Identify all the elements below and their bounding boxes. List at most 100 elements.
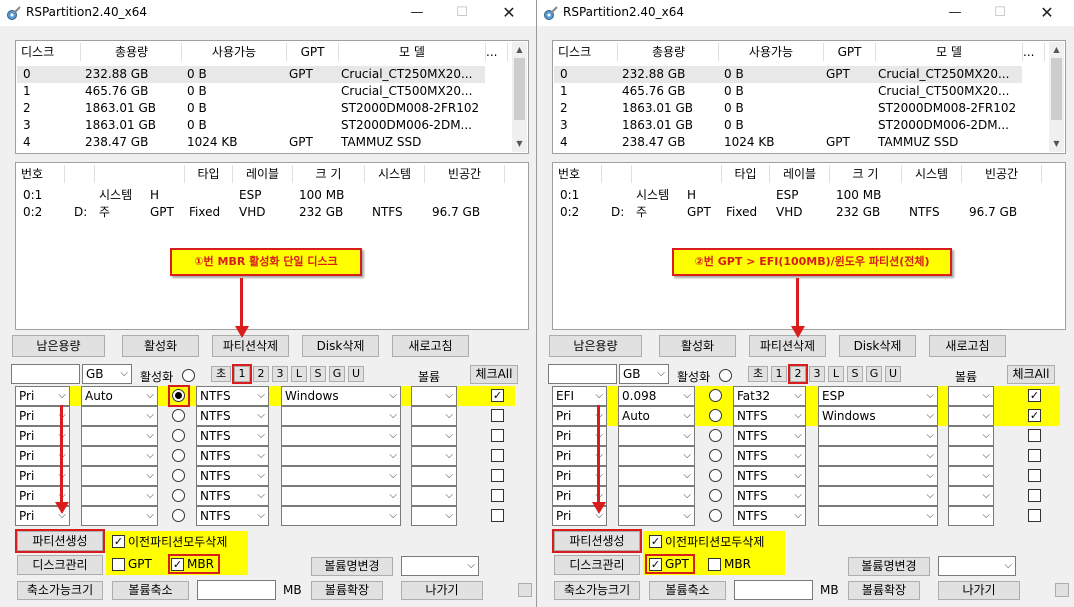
volume-label-select[interactable]: ⌵ bbox=[818, 466, 938, 486]
partition-checkbox[interactable]: ✓ bbox=[1028, 409, 1041, 422]
partition-checkbox[interactable] bbox=[1028, 469, 1041, 482]
partition-size-select[interactable]: Auto ⌵ bbox=[81, 386, 158, 406]
disk-number-button[interactable]: S bbox=[310, 366, 326, 382]
volume-select[interactable]: ⌵ bbox=[948, 486, 994, 506]
scroll-up-icon[interactable]: ▲ bbox=[1049, 43, 1064, 57]
disk-list[interactable]: 디스크 총용량 사용가능 GPT 모 델... 0 232.88 GB 0 B GPT Cruci… bbox=[15, 40, 529, 154]
activate-button[interactable]: 활성화 bbox=[659, 335, 736, 357]
partition-size-select[interactable]: ⌵ bbox=[618, 486, 695, 506]
disk-row[interactable]: 0 232.88 GB 0 B GPT Crucial_CT250MX20... bbox=[554, 66, 1022, 83]
filesystem-select[interactable]: NTFS ⌵ bbox=[196, 486, 269, 506]
partition-checkbox[interactable] bbox=[491, 429, 504, 442]
partition-list[interactable]: 번호 타입 레이블 크 기 시스템 빈공간 0:1 시스템 H ESP 100 MB 0:2 D: 주 GP… bbox=[15, 162, 529, 330]
disk-number-button[interactable]: U bbox=[885, 366, 901, 382]
minimize-button[interactable]: — bbox=[938, 1, 972, 25]
activate-button[interactable]: 활성화 bbox=[122, 335, 199, 357]
active-radio[interactable] bbox=[172, 509, 185, 522]
delete-previous-checkbox[interactable]: ✓ bbox=[649, 535, 662, 548]
filesystem-select[interactable]: NTFS ⌵ bbox=[733, 426, 806, 446]
partition-size-select[interactable]: ⌵ bbox=[81, 486, 158, 506]
volume-select[interactable]: ⌵ bbox=[948, 506, 994, 526]
filesystem-select[interactable]: NTFS ⌵ bbox=[733, 466, 806, 486]
active-radio[interactable] bbox=[172, 469, 185, 482]
partition-type-select[interactable]: Pri ⌵ bbox=[15, 386, 70, 406]
rename-volume-button[interactable]: 볼륨명변경 bbox=[848, 557, 930, 576]
shrink-mb-input[interactable] bbox=[734, 580, 813, 600]
partition-row[interactable]: 0:1 시스템 H ESP 100 MB bbox=[17, 187, 507, 204]
disk-list-header[interactable]: 총용량 bbox=[82, 43, 182, 61]
active-radio[interactable] bbox=[709, 509, 722, 522]
gpt-checkbox[interactable] bbox=[112, 558, 125, 571]
volume-select[interactable]: ⌵ bbox=[948, 386, 994, 406]
active-radio[interactable] bbox=[709, 429, 722, 442]
init-button[interactable]: 초 bbox=[211, 366, 231, 382]
partition-checkbox[interactable]: ✓ bbox=[1028, 389, 1041, 402]
delete-partition-button[interactable]: 파티션삭제 bbox=[212, 335, 289, 357]
partition-list[interactable]: 번호 타입 레이블 크 기 시스템 빈공간 0:1 시스템 H ESP 100 MB 0:2 D: 주 GP… bbox=[552, 162, 1066, 330]
partition-checkbox[interactable] bbox=[491, 409, 504, 422]
check-all-button[interactable]: 체크All bbox=[470, 365, 518, 384]
disk-list-scrollbar[interactable]: ▲ ▼ bbox=[1049, 42, 1064, 152]
partition-row[interactable]: 0:2 D: 주 GPT Fixed VHD 232 GB NTFS 96.7 GB bbox=[17, 204, 507, 221]
partition-checkbox[interactable] bbox=[491, 469, 504, 482]
volume-label-select[interactable]: ⌵ bbox=[281, 486, 401, 506]
active-radio[interactable] bbox=[172, 449, 185, 462]
partition-list-header[interactable]: 빈공간 bbox=[425, 165, 505, 183]
size-unit-select[interactable]: GB ⌵ bbox=[82, 364, 132, 384]
disk-number-button[interactable]: 1 bbox=[771, 366, 787, 382]
partition-list-header[interactable]: 시스템 bbox=[902, 165, 962, 183]
filesystem-select[interactable]: NTFS ⌵ bbox=[196, 386, 269, 406]
active-radio-header[interactable] bbox=[719, 369, 732, 382]
disk-list-scrollbar[interactable]: ▲ ▼ bbox=[512, 42, 527, 152]
disk-row[interactable]: 3 1863.01 GB 0 B ST2000DM006-2DM... bbox=[554, 117, 1022, 134]
filesystem-select[interactable]: NTFS ⌵ bbox=[733, 486, 806, 506]
volume-select[interactable]: ⌵ bbox=[948, 466, 994, 486]
shrink-mb-input[interactable] bbox=[197, 580, 276, 600]
volume-label-select[interactable]: ⌵ bbox=[818, 446, 938, 466]
partition-list-header[interactable] bbox=[602, 165, 632, 183]
disk-number-button[interactable]: G bbox=[866, 366, 882, 382]
scroll-down-icon[interactable]: ▼ bbox=[1049, 137, 1064, 151]
partition-list-header[interactable]: 레이블 bbox=[770, 165, 830, 183]
partition-size-select[interactable]: ⌵ bbox=[81, 426, 158, 446]
active-radio[interactable] bbox=[172, 409, 185, 422]
corner-button[interactable] bbox=[1055, 583, 1069, 597]
partition-size-select[interactable]: ⌵ bbox=[81, 446, 158, 466]
volume-select[interactable]: ⌵ bbox=[411, 406, 457, 426]
disk-list-header[interactable]: ... bbox=[1023, 43, 1045, 61]
volume-label-select[interactable]: ⌵ bbox=[818, 506, 938, 526]
partition-checkbox[interactable] bbox=[1028, 429, 1041, 442]
volume-select[interactable]: ⌵ bbox=[948, 426, 994, 446]
maximize-button[interactable]: ☐ bbox=[445, 1, 479, 25]
refresh-button[interactable]: 새로고침 bbox=[392, 335, 469, 357]
disk-list-header[interactable]: GPT bbox=[824, 43, 876, 61]
active-radio[interactable] bbox=[709, 449, 722, 462]
disk-row[interactable]: 1 465.76 GB 0 B Crucial_CT500MX20... bbox=[17, 83, 485, 100]
partition-checkbox[interactable] bbox=[1028, 449, 1041, 462]
partition-size-select[interactable]: ⌵ bbox=[618, 426, 695, 446]
partition-size-select[interactable]: ⌵ bbox=[81, 466, 158, 486]
volume-select[interactable]: ⌵ bbox=[411, 446, 457, 466]
partition-size-select[interactable]: ⌵ bbox=[618, 446, 695, 466]
partition-row[interactable]: 0:1 시스템 H ESP 100 MB bbox=[554, 187, 1044, 204]
delete-disk-button[interactable]: Disk삭제 bbox=[839, 335, 916, 357]
volume-label-select[interactable]: Windows ⌵ bbox=[818, 406, 938, 426]
partition-list-header[interactable]: 번호 bbox=[21, 165, 65, 183]
disk-number-button[interactable]: 3 bbox=[272, 366, 288, 382]
close-button[interactable]: ✕ bbox=[492, 1, 526, 25]
active-radio-header[interactable] bbox=[182, 369, 195, 382]
partition-list-header[interactable]: 시스템 bbox=[365, 165, 425, 183]
partition-checkbox[interactable] bbox=[491, 489, 504, 502]
disk-number-button[interactable]: S bbox=[847, 366, 863, 382]
volume-label-select[interactable]: Windows ⌵ bbox=[281, 386, 401, 406]
disk-list-header[interactable]: 디스크 bbox=[21, 43, 81, 61]
partition-list-header[interactable]: 번호 bbox=[558, 165, 602, 183]
delete-disk-button[interactable]: Disk삭제 bbox=[302, 335, 379, 357]
volume-select[interactable]: ⌵ bbox=[948, 446, 994, 466]
active-radio[interactable] bbox=[172, 489, 185, 502]
disk-row[interactable]: 2 1863.01 GB 0 B ST2000DM008-2FR102 bbox=[554, 100, 1022, 117]
size-input[interactable] bbox=[548, 364, 617, 384]
minimize-button[interactable]: — bbox=[400, 1, 434, 25]
exit-button[interactable]: 나가기 bbox=[401, 581, 483, 600]
filesystem-select[interactable]: NTFS ⌵ bbox=[196, 506, 269, 526]
